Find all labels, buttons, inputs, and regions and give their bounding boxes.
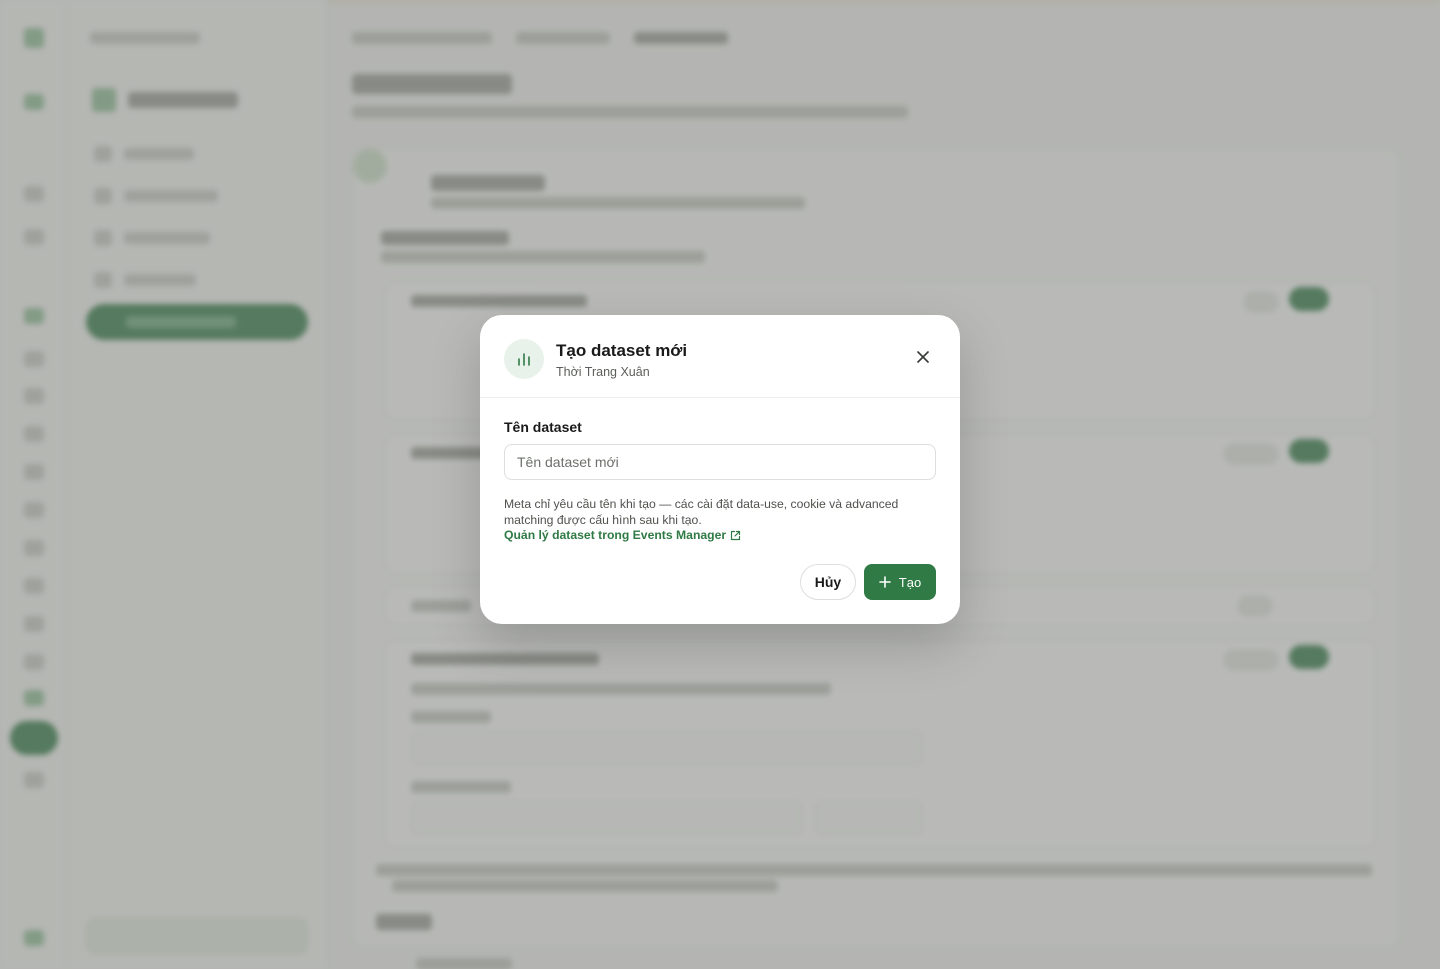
close-icon bbox=[917, 351, 929, 363]
dataset-name-input[interactable] bbox=[504, 444, 936, 480]
close-button[interactable] bbox=[910, 344, 936, 370]
create-button-label: Tạo bbox=[898, 574, 922, 590]
events-manager-link[interactable]: Quản lý dataset trong Events Manager bbox=[504, 528, 741, 542]
dialog-title: Tạo dataset mới bbox=[556, 341, 688, 360]
cancel-button[interactable]: Hủy bbox=[800, 564, 856, 600]
create-button[interactable]: Tạo bbox=[864, 564, 936, 600]
dialog-subtitle: Thời Trang Xuân bbox=[556, 365, 650, 379]
events-manager-link-label: Quản lý dataset trong Events Manager bbox=[504, 528, 727, 542]
create-dataset-dialog: Tạo dataset mới Thời Trang Xuân Tên data… bbox=[480, 315, 960, 624]
dialog-hint-text: Meta chỉ yêu cầu tên khi tạo — các cài đ… bbox=[504, 497, 899, 527]
dataset-name-label: Tên dataset bbox=[504, 419, 582, 435]
plus-icon bbox=[878, 576, 891, 588]
external-link-icon bbox=[731, 530, 741, 540]
dialog-header: Tạo dataset mới Thời Trang Xuân bbox=[480, 315, 960, 398]
bar-chart-icon bbox=[504, 339, 544, 379]
